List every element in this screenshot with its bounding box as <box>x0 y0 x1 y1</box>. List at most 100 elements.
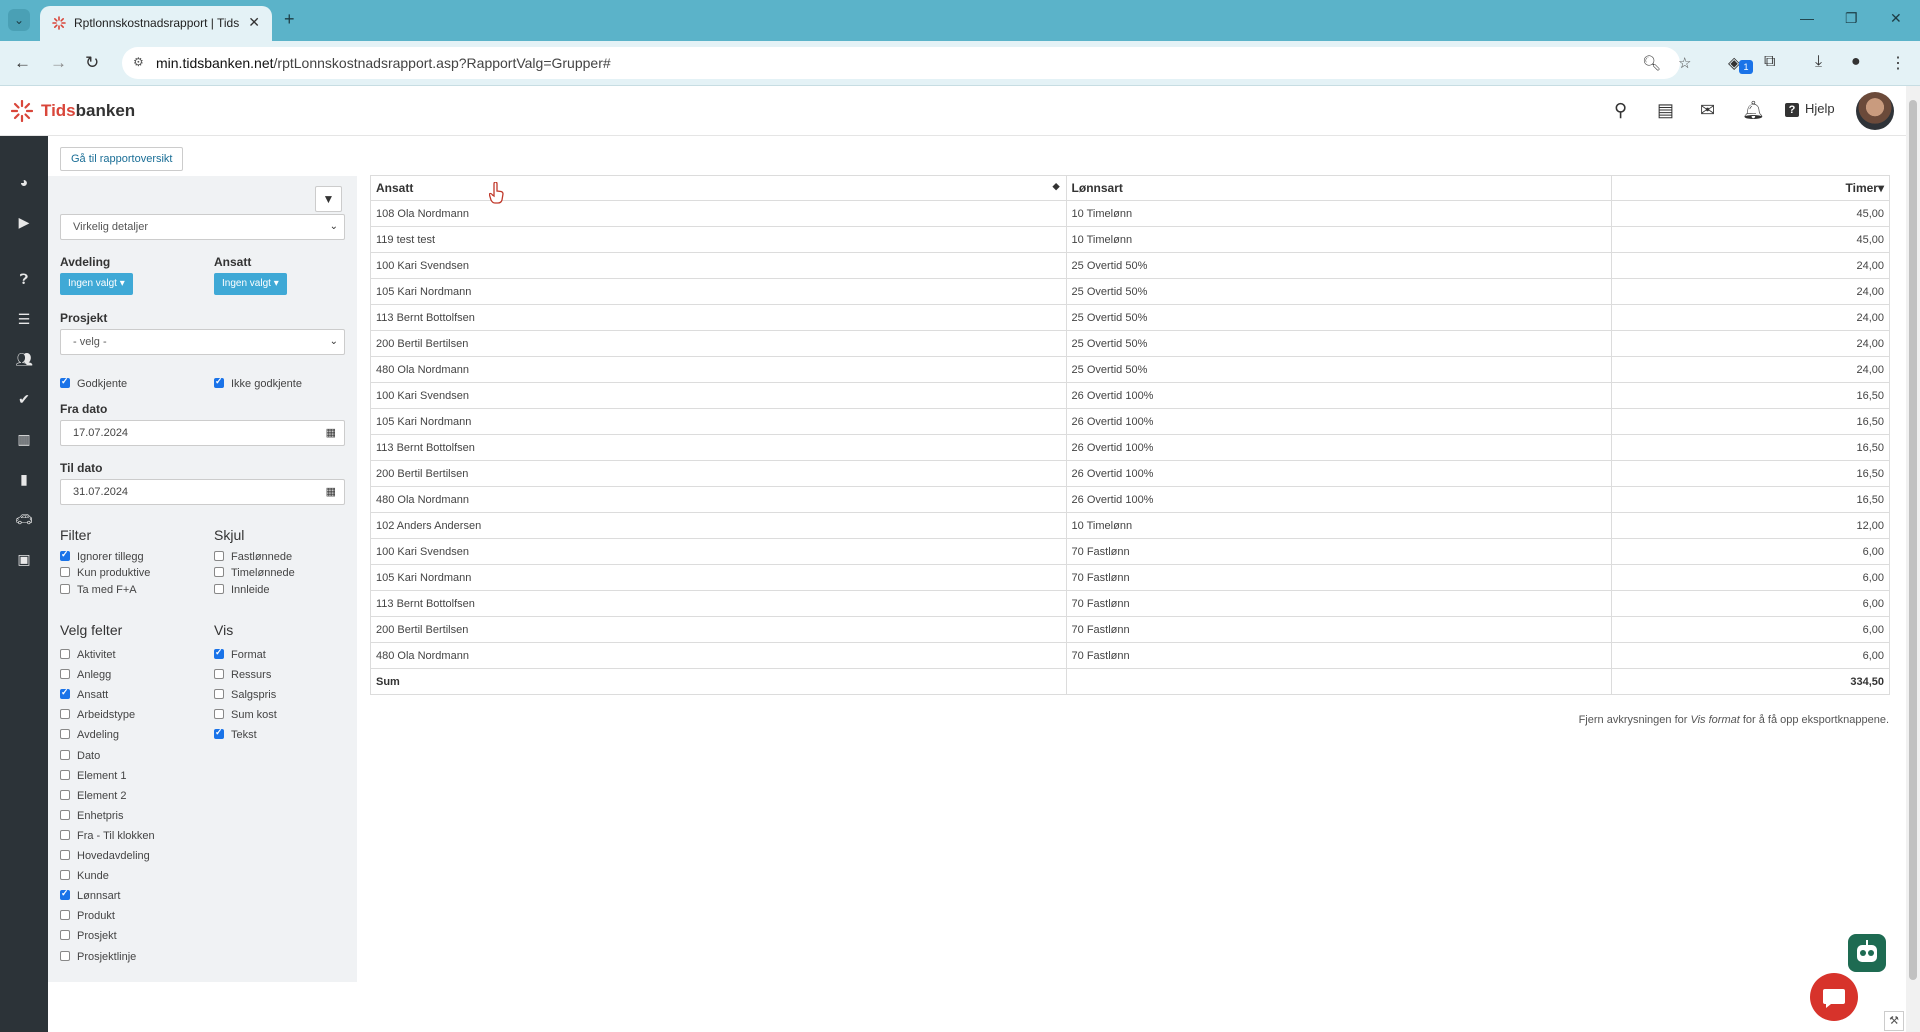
checkbox-box[interactable] <box>214 583 224 594</box>
list-icon[interactable]: ☰ <box>0 311 48 328</box>
checkbox-box[interactable] <box>214 669 224 680</box>
show-checkbox-1[interactable]: Ressurs <box>214 669 271 681</box>
checkbox-box[interactable] <box>214 647 224 659</box>
checkbox-box[interactable] <box>60 930 70 941</box>
show-checkbox-0[interactable]: Format <box>214 647 266 661</box>
tidsbanken-logo-icon[interactable] <box>11 100 33 122</box>
car-icon[interactable]: 🚗︎ <box>0 511 48 528</box>
question-icon[interactable]: ❓︎ <box>0 271 48 288</box>
checkbox-box[interactable] <box>60 910 70 921</box>
bookmark-star-icon[interactable]: ☆ <box>1678 54 1691 72</box>
close-window-icon[interactable]: ✕ <box>1890 10 1902 27</box>
checkbox-box[interactable] <box>60 769 70 780</box>
fields-checkbox-5[interactable]: Dato <box>60 749 100 762</box>
checkbox-box[interactable] <box>60 549 70 561</box>
id-card-icon[interactable]: ▣ <box>0 551 48 568</box>
fields-checkbox-11[interactable]: Kunde <box>60 870 109 882</box>
fields-checkbox-4[interactable]: Avdeling <box>60 729 119 741</box>
page-scrollbar[interactable] <box>1906 86 1920 1032</box>
tab-search-chevron-icon[interactable]: ⌄ <box>8 9 30 31</box>
mail-icon[interactable]: ✉ <box>1700 100 1715 121</box>
extensions-puzzle-icon[interactable]: ⧉ <box>1764 53 1775 71</box>
back-icon[interactable]: ← <box>14 53 31 73</box>
fields-checkbox-9[interactable]: Fra - Til klokken <box>60 829 155 842</box>
check-icon[interactable]: ✔ <box>0 391 48 408</box>
zoom-icon[interactable]: 🔍︎ <box>1642 54 1661 72</box>
address-bar[interactable]: ⚙ min.tidsbanken.net/rptLonnskostnadsrap… <box>122 47 1691 79</box>
show-checkbox-4[interactable]: Tekst <box>214 727 257 741</box>
play-icon[interactable]: ▶ <box>0 214 48 231</box>
checkbox-box[interactable] <box>60 649 70 659</box>
checkbox-box[interactable] <box>214 567 224 578</box>
scrollbar-thumb[interactable] <box>1909 100 1917 980</box>
hide-checkbox-0[interactable]: Fastlønnede <box>214 551 292 563</box>
new-tab-icon[interactable]: + <box>284 9 295 30</box>
fields-checkbox-13[interactable]: Produkt <box>60 910 115 922</box>
column-header-hours[interactable]: Timer▾ <box>1611 175 1890 201</box>
from-date-input[interactable]: 17.07.2024 ▦ <box>60 420 345 446</box>
reload-icon[interactable]: ↻ <box>85 53 99 73</box>
checkbox-box[interactable] <box>214 709 224 720</box>
profile-icon[interactable]: ● <box>1851 53 1861 71</box>
filter-icon[interactable]: ▼ <box>315 186 342 212</box>
checkbox-box[interactable] <box>60 749 70 760</box>
fields-checkbox-12[interactable]: Lønnsart <box>60 888 120 902</box>
fields-checkbox-3[interactable]: Arbeidstype <box>60 709 135 721</box>
calendar-icon[interactable]: ▦ <box>326 480 336 504</box>
report-type-select[interactable]: Virkelig detaljer ⌄ <box>60 214 345 240</box>
app-logo-text[interactable]: Tidsbanken <box>41 101 135 121</box>
minimize-icon[interactable]: — <box>1800 10 1814 26</box>
not-approved-checkbox[interactable]: Ikke godkjente <box>214 376 302 390</box>
chart-icon[interactable]: ▥ <box>0 431 48 448</box>
dashboard-icon[interactable]: ◕ <box>0 174 48 190</box>
restore-icon[interactable]: ❐ <box>1845 10 1858 27</box>
chat-launcher-button[interactable] <box>1810 973 1858 1021</box>
checkbox-box[interactable] <box>60 687 70 700</box>
fields-checkbox-14[interactable]: Prosjekt <box>60 930 117 942</box>
checkbox-box[interactable] <box>214 727 224 740</box>
fields-checkbox-6[interactable]: Element 1 <box>60 769 127 782</box>
checkbox-box[interactable] <box>60 583 70 594</box>
download-icon[interactable]: ⤓ <box>1815 53 1822 71</box>
hide-checkbox-1[interactable]: Timelønnede <box>214 567 295 579</box>
wrench-icon[interactable]: ⚒ <box>1884 1011 1904 1031</box>
checkbox-box[interactable] <box>60 709 70 720</box>
assistant-bot-icon[interactable] <box>1848 934 1886 972</box>
browser-menu-icon[interactable]: ⋮ <box>1890 53 1906 73</box>
fields-checkbox-15[interactable]: Prosjektlinje <box>60 950 136 963</box>
browser-tab-active[interactable]: Rptlonnskostnadsrapport | Tids ✕ <box>40 6 272 41</box>
site-info-icon[interactable]: ⚙ <box>133 55 144 69</box>
checkbox-box[interactable] <box>60 669 70 680</box>
checkbox-box[interactable] <box>60 870 70 881</box>
users-icon[interactable]: 👥︎ <box>0 351 48 368</box>
checkbox-box[interactable] <box>60 850 70 860</box>
filter-checkbox-2[interactable]: Ta med F+A <box>60 583 137 596</box>
filter-checkbox-0[interactable]: Ignorer tillegg <box>60 549 144 563</box>
show-checkbox-2[interactable]: Salgspris <box>214 689 276 701</box>
project-select[interactable]: - velg - ⌄ <box>60 329 345 355</box>
checkbox-box[interactable] <box>60 829 70 840</box>
fields-checkbox-2[interactable]: Ansatt <box>60 687 108 701</box>
tab-close-icon[interactable]: ✕ <box>248 14 260 31</box>
checkbox-box[interactable] <box>60 789 70 800</box>
store-icon[interactable]: ▤ <box>1657 100 1674 121</box>
hide-checkbox-2[interactable]: Innleide <box>214 583 270 596</box>
bell-icon[interactable]: 🔔︎ <box>1742 100 1765 121</box>
forward-icon[interactable]: → <box>50 53 67 73</box>
help-link[interactable]: ? Hjelp <box>1785 101 1835 117</box>
checkbox-box[interactable] <box>60 729 70 740</box>
fields-checkbox-8[interactable]: Enhetpris <box>60 809 123 822</box>
column-header-employee[interactable]: Ansatt ◆ <box>370 175 1067 201</box>
approved-checkbox[interactable]: Godkjente <box>60 376 127 390</box>
fields-checkbox-1[interactable]: Anlegg <box>60 669 111 681</box>
search-icon[interactable]: ⚲ <box>1614 100 1627 121</box>
column-header-wage-type[interactable]: Lønnsart <box>1065 175 1613 201</box>
user-avatar[interactable] <box>1856 92 1894 130</box>
show-checkbox-3[interactable]: Sum kost <box>214 709 277 721</box>
fields-checkbox-10[interactable]: Hovedavdeling <box>60 850 150 862</box>
checkbox-box[interactable] <box>60 950 70 961</box>
to-date-input[interactable]: 31.07.2024 ▦ <box>60 479 345 505</box>
checkbox-box[interactable] <box>60 567 70 578</box>
department-dropdown-button[interactable]: Ingen valgt ▾ <box>60 273 133 295</box>
checkbox-box[interactable] <box>214 551 224 561</box>
